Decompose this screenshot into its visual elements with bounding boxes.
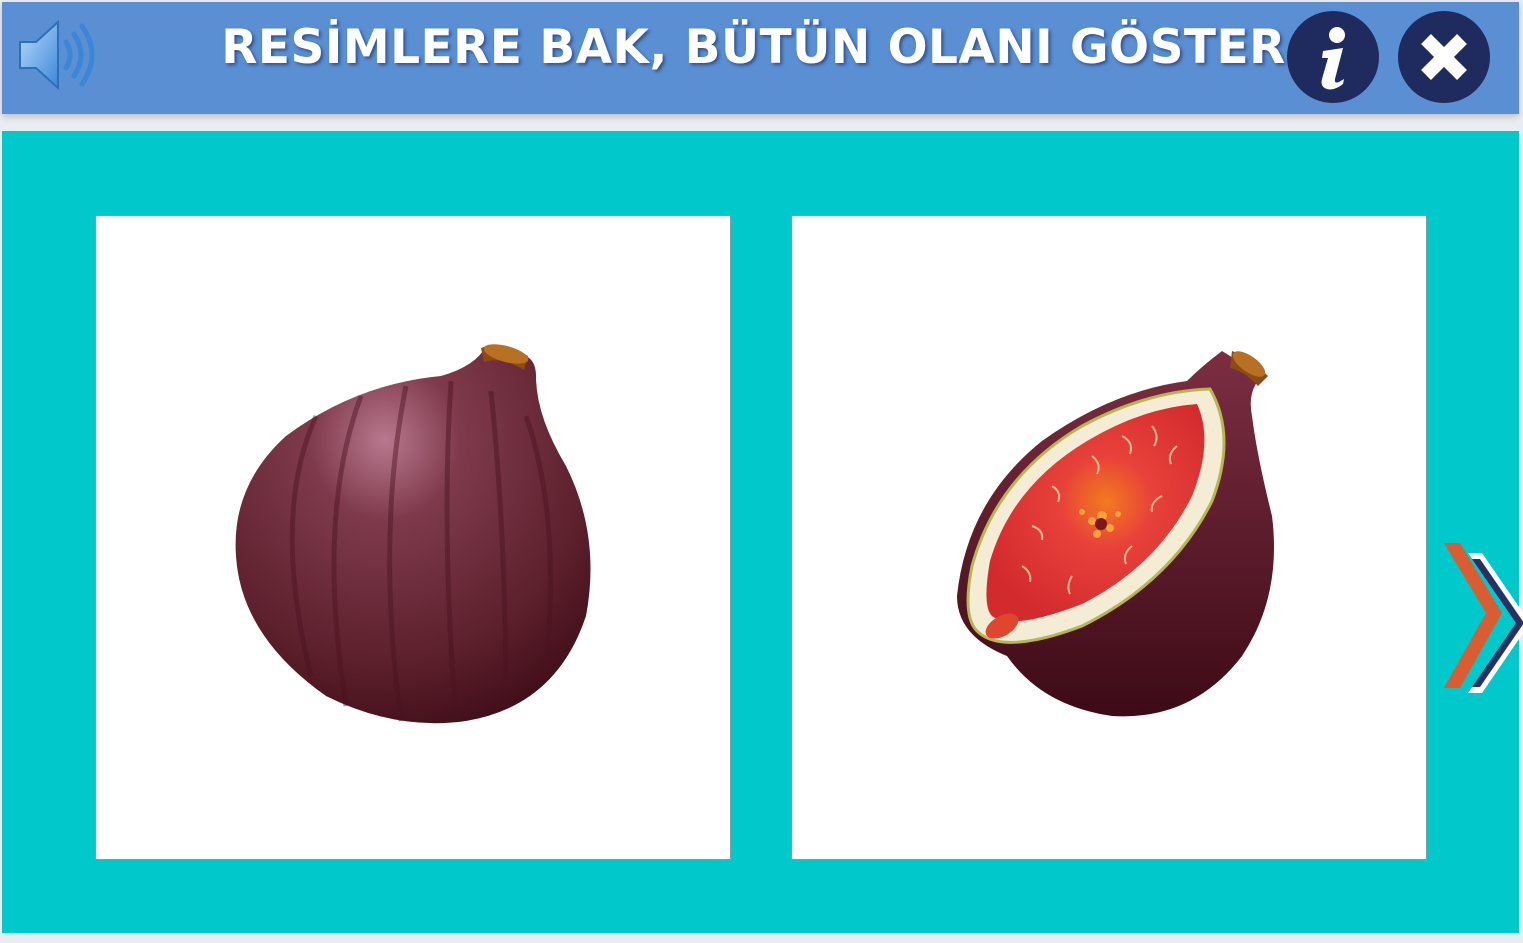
close-icon [1421, 34, 1467, 80]
info-button[interactable] [1287, 11, 1379, 103]
close-button[interactable] [1398, 11, 1490, 103]
header-bar: RESİMLERE BAK, BÜTÜN OLANI GÖSTER [2, 2, 1519, 114]
half-fig-card[interactable] [791, 215, 1427, 860]
info-icon [1321, 27, 1345, 90]
whole-fig-card[interactable] [95, 215, 731, 860]
activity-stage [2, 131, 1523, 933]
half-fig-image [957, 351, 1274, 717]
whole-fig-image [235, 344, 591, 724]
next-button[interactable] [1438, 543, 1523, 703]
chevron-right-icon [1444, 543, 1523, 693]
activity-window: RESİMLERE BAK, BÜTÜN OLANI GÖSTER [0, 0, 1523, 943]
